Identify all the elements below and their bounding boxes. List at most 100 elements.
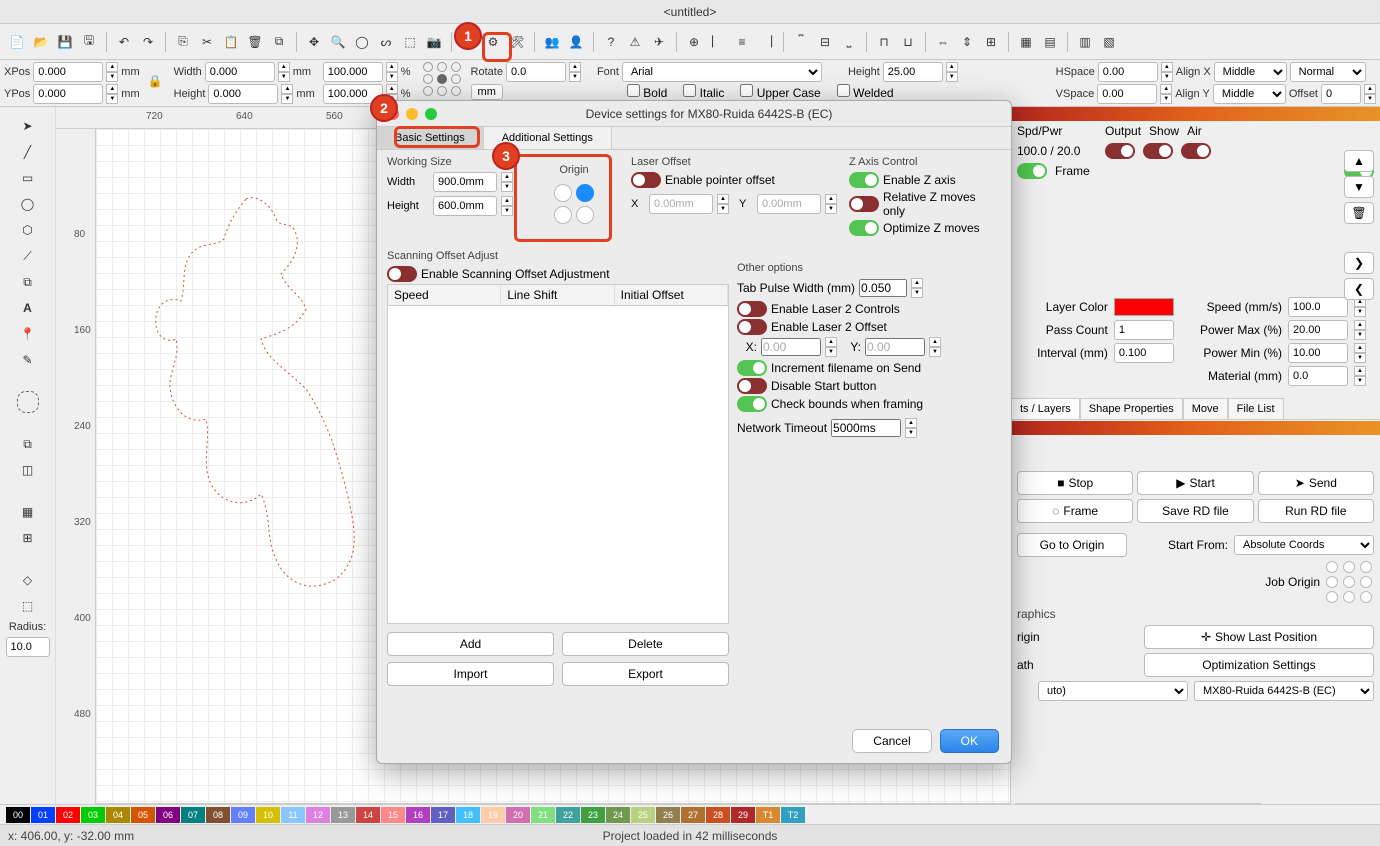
- h-stepper[interactable]: ▲▼: [281, 84, 293, 104]
- pmin-input[interactable]: [1288, 343, 1348, 363]
- pass-input[interactable]: [1114, 320, 1174, 340]
- paste-in-place-icon[interactable]: ⧉: [268, 31, 290, 53]
- open-file-icon[interactable]: 📂: [30, 31, 52, 53]
- frame-button[interactable]: ◌ Frame: [1017, 499, 1133, 523]
- delete-icon[interactable]: 🗑: [244, 31, 266, 53]
- array-icon[interactable]: ⊞: [17, 527, 39, 549]
- show-last-button[interactable]: ✛ Show Last Position: [1144, 625, 1374, 649]
- same-width-icon[interactable]: ⇔: [932, 31, 954, 53]
- palette-swatch[interactable]: 04: [106, 807, 130, 823]
- palette-swatch[interactable]: 22: [556, 807, 580, 823]
- layer-row[interactable]: 100.0 / 20.0: [1011, 141, 1380, 161]
- palette-swatch[interactable]: 23: [581, 807, 605, 823]
- trash-icon[interactable]: 🗑: [1344, 202, 1374, 224]
- w-stepper[interactable]: ▲▼: [278, 62, 290, 82]
- same-height-icon[interactable]: ⇕: [956, 31, 978, 53]
- arrange-4-icon[interactable]: ▧: [1098, 31, 1120, 53]
- selection-frame-icon[interactable]: ⬚: [399, 31, 421, 53]
- opt-z-toggle[interactable]: [849, 220, 879, 236]
- move-icon[interactable]: ✥: [303, 31, 325, 53]
- distribute-h-icon[interactable]: ⊓: [873, 31, 895, 53]
- align-middle-icon[interactable]: ⊟: [814, 31, 836, 53]
- start-from-select[interactable]: Absolute Coords: [1234, 535, 1374, 555]
- save-as-icon[interactable]: 🖫: [78, 31, 100, 53]
- xpos-input[interactable]: [33, 62, 103, 82]
- pmax-input[interactable]: [1288, 320, 1348, 340]
- undo-icon[interactable]: ↶: [113, 31, 135, 53]
- next-icon[interactable]: ❯: [1344, 252, 1374, 274]
- tab-file-list[interactable]: File List: [1228, 398, 1284, 419]
- origin-bottom-right[interactable]: [576, 206, 594, 224]
- palette-swatch[interactable]: 05: [131, 807, 155, 823]
- enable-pointer-toggle[interactable]: [631, 172, 661, 188]
- speed-input[interactable]: [1288, 297, 1348, 317]
- palette-swatch[interactable]: 16: [406, 807, 430, 823]
- import-button[interactable]: Import: [387, 662, 554, 686]
- palette-swatch[interactable]: 07: [181, 807, 205, 823]
- scale-w-input[interactable]: [323, 62, 383, 82]
- palette-swatch[interactable]: 06: [156, 807, 180, 823]
- align-center-icon[interactable]: ≡: [731, 31, 753, 53]
- user-icon[interactable]: 👤: [565, 31, 587, 53]
- palette-swatch[interactable]: 14: [356, 807, 380, 823]
- frame-row[interactable]: Frame: [1011, 161, 1380, 181]
- dashed-circle-icon[interactable]: [17, 391, 39, 413]
- rotate-input[interactable]: [506, 62, 566, 82]
- palette-swatch[interactable]: 03: [81, 807, 105, 823]
- font-height-input[interactable]: [883, 62, 943, 82]
- grid-icon[interactable]: ▦: [17, 501, 39, 523]
- style-select[interactable]: Normal: [1290, 62, 1366, 82]
- layer-up-icon[interactable]: ▲: [1344, 150, 1374, 172]
- palette-swatch[interactable]: 00: [6, 807, 30, 823]
- palette-swatch[interactable]: 08: [206, 807, 230, 823]
- select-tool-icon[interactable]: ➤: [17, 115, 39, 137]
- zoom-out-icon[interactable]: ᔕ: [375, 31, 397, 53]
- rel-z-toggle[interactable]: [849, 196, 879, 212]
- bezier-tool-icon[interactable]: ⟋: [17, 245, 39, 267]
- run-rd-button[interactable]: Run RD file: [1258, 499, 1374, 523]
- show-toggle[interactable]: [1143, 143, 1173, 159]
- align-top-icon[interactable]: ⎴: [790, 31, 812, 53]
- l2-x-input[interactable]: [761, 338, 821, 356]
- palette-swatch[interactable]: 11: [281, 807, 305, 823]
- save-icon[interactable]: 💾: [54, 31, 76, 53]
- go-origin-button[interactable]: Go to Origin: [1017, 533, 1127, 557]
- bold-check[interactable]: Bold: [627, 84, 667, 100]
- start-button[interactable]: ▶ Start: [1137, 471, 1253, 495]
- material-input[interactable]: [1288, 366, 1348, 386]
- alignx-select[interactable]: Middle: [1214, 62, 1287, 82]
- add-button[interactable]: Add: [387, 632, 554, 656]
- wrench-icon[interactable]: 🛠: [506, 31, 528, 53]
- font-select[interactable]: Arial: [622, 62, 822, 82]
- palette-swatch[interactable]: 24: [606, 807, 630, 823]
- copy-icon[interactable]: ⎘: [172, 31, 194, 53]
- palette-swatch[interactable]: 29: [731, 807, 755, 823]
- height-input[interactable]: [208, 84, 278, 104]
- align-left-icon[interactable]: ⎸: [707, 31, 729, 53]
- radius-input[interactable]: [6, 637, 50, 657]
- marker-tool-icon[interactable]: 📍: [17, 323, 39, 345]
- en-l2c-toggle[interactable]: [737, 301, 767, 317]
- rect-tool-icon[interactable]: ▭: [17, 167, 39, 189]
- paste-icon[interactable]: 📋: [220, 31, 242, 53]
- opt-settings-button[interactable]: Optimization Settings: [1144, 653, 1374, 677]
- save-rd-button[interactable]: Save RD file: [1137, 499, 1253, 523]
- camera-icon[interactable]: 📷: [423, 31, 445, 53]
- dashed-rect-icon[interactable]: ⬚: [17, 595, 39, 617]
- ellipse-tool-icon[interactable]: ◯: [17, 193, 39, 215]
- origin-top-right[interactable]: [576, 184, 594, 202]
- send-button[interactable]: ➤ Send: [1258, 471, 1374, 495]
- aligny-select[interactable]: Middle: [1213, 84, 1286, 104]
- palette-swatch[interactable]: 18: [456, 807, 480, 823]
- palette-swatch[interactable]: T2: [781, 807, 805, 823]
- frame-toggle[interactable]: [1017, 163, 1047, 179]
- align-right-icon[interactable]: ⎹: [755, 31, 777, 53]
- tab-cuts[interactable]: ts / Layers: [1011, 398, 1080, 419]
- zoom-in-icon[interactable]: 🔍: [327, 31, 349, 53]
- gear-icon[interactable]: ⚙: [482, 31, 504, 53]
- shapes-lib-icon[interactable]: ◇: [17, 569, 39, 591]
- auto-select[interactable]: uto): [1038, 681, 1188, 701]
- origin-top-left[interactable]: [554, 184, 572, 202]
- cancel-button[interactable]: Cancel: [852, 729, 931, 753]
- tab-shape-properties[interactable]: Shape Properties: [1080, 398, 1183, 419]
